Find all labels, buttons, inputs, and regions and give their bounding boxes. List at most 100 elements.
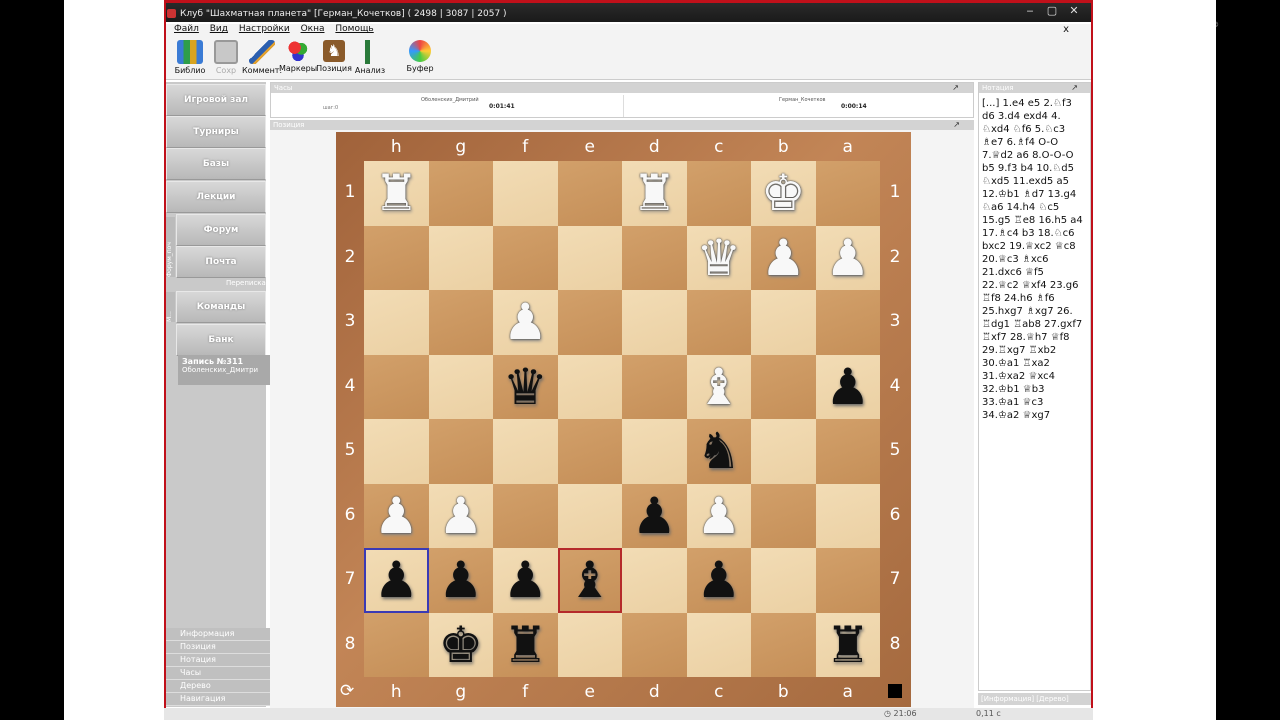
square-e4[interactable] xyxy=(557,354,622,419)
square-f1[interactable] xyxy=(493,161,558,226)
square-d3[interactable] xyxy=(622,290,687,355)
white-pawn-f3[interactable]: ♟ xyxy=(493,290,558,355)
notation-line[interactable]: 29.♖xg7 ♖xb2 xyxy=(982,344,1090,357)
square-f6[interactable] xyxy=(493,483,558,548)
square-d4[interactable] xyxy=(622,354,687,419)
nav-bank[interactable]: Банк xyxy=(176,324,266,356)
white-king-b1[interactable]: ♚ xyxy=(751,161,816,226)
square-b8[interactable] xyxy=(751,612,816,677)
notation-line[interactable]: 32.♔b1 ♕b3 xyxy=(982,383,1090,396)
white-pawn-g6[interactable]: ♟ xyxy=(429,484,494,549)
tab-clock[interactable]: Часы xyxy=(166,667,280,680)
square-g4[interactable] xyxy=(428,354,493,419)
square-a7[interactable] xyxy=(815,548,880,613)
white-rook-d1[interactable]: ♜ xyxy=(622,161,687,226)
notation-line[interactable]: d6 3.d4 exd4 4. xyxy=(982,110,1090,123)
nav-databases[interactable]: Базы xyxy=(166,148,266,180)
notation-line[interactable]: 34.♔a2 ♕xg7 xyxy=(982,409,1090,422)
square-a1[interactable] xyxy=(815,161,880,226)
black-pawn-c7[interactable]: ♟ xyxy=(687,548,752,613)
white-rook-h1[interactable]: ♜ xyxy=(364,161,429,226)
notation-line[interactable]: 22.♕c2 ♕xf4 23.g6 xyxy=(982,279,1090,292)
flip-board-icon[interactable]: ⟳ xyxy=(340,681,360,701)
notation-line[interactable]: bxc2 19.♕xc2 ♕c8 xyxy=(982,240,1090,253)
square-e2[interactable] xyxy=(557,225,622,290)
square-b7[interactable] xyxy=(751,548,816,613)
tab-position[interactable]: Позиция xyxy=(166,641,280,654)
chess-board[interactable]: ♜ ♜ ♚ ♛ ♟ ♟ ♟ ♛ ♝ ♟ ♞ ♟ ♟ ♟ ♟ ♟ ♟ ♟ ♝ ♟ ♚ ♜ ♜ xyxy=(364,161,880,677)
notation-line[interactable]: 17.♗c4 b3 18.♘c6 xyxy=(982,227,1090,240)
black-pawn-f7[interactable]: ♟ xyxy=(493,548,558,613)
nav-forum[interactable]: Форум xyxy=(176,214,266,246)
menu-view[interactable]: Вид xyxy=(210,24,228,34)
square-e3[interactable] xyxy=(557,290,622,355)
record-tab[interactable]: Запись №311 Оболенских_Дмитри xyxy=(178,355,272,385)
menu-file[interactable]: Файл xyxy=(174,24,199,34)
maximize-button[interactable]: ▢ xyxy=(1041,3,1063,22)
notation-line[interactable]: ♖dg1 ♖ab8 27.gxf7 xyxy=(982,318,1090,331)
square-e8[interactable] xyxy=(557,612,622,677)
notation-line[interactable]: 31.♔xa2 ♕xc4 xyxy=(982,370,1090,383)
notation-line[interactable]: 20.♕c3 ♗xc6 xyxy=(982,253,1090,266)
tab-notation[interactable]: Нотация xyxy=(166,654,280,667)
notation-line[interactable]: 25.hxg7 ♗xg7 26. xyxy=(982,305,1090,318)
black-pawn-a4[interactable]: ♟ xyxy=(816,355,881,420)
square-c8[interactable] xyxy=(686,612,751,677)
pin-icon[interactable]: ↗ xyxy=(1071,83,1078,93)
square-g5[interactable] xyxy=(428,419,493,484)
square-c3[interactable] xyxy=(686,290,751,355)
square-b5[interactable] xyxy=(751,419,816,484)
black-pawn-h7[interactable]: ♟ xyxy=(364,548,429,613)
correspondence-label[interactable]: Переписка xyxy=(226,279,266,289)
notation-line[interactable]: ♗e7 6.♗f4 O-O xyxy=(982,136,1090,149)
menu-help[interactable]: Помощь xyxy=(335,24,373,34)
black-queen-f4[interactable]: ♛ xyxy=(493,355,558,420)
notation-line[interactable]: 33.♔a1 ♕c3 xyxy=(982,396,1090,409)
notation-line[interactable]: ♘xd5 11.exd5 a5 xyxy=(982,175,1090,188)
square-b6[interactable] xyxy=(751,483,816,548)
nav-lectures[interactable]: Лекции xyxy=(166,181,266,213)
notation-line[interactable]: ♖xf7 28.♕h7 ♕f8 xyxy=(982,331,1090,344)
notation-line[interactable]: ♖f8 24.h6 ♗f6 xyxy=(982,292,1090,305)
square-h2[interactable] xyxy=(364,225,429,290)
square-a6[interactable] xyxy=(815,483,880,548)
pin-icon[interactable]: ↗ xyxy=(953,120,960,130)
white-pawn-a2[interactable]: ♟ xyxy=(816,226,881,291)
square-e6[interactable] xyxy=(557,483,622,548)
nav-tournaments[interactable]: Турниры xyxy=(166,116,266,148)
black-bishop-e7[interactable]: ♝ xyxy=(558,548,623,613)
move-list[interactable]: [...] 1.e4 e5 2.♘f3 d6 3.d4 exd4 4. ♘xd4 ♘… xyxy=(982,97,1090,422)
square-h8[interactable] xyxy=(364,612,429,677)
white-bishop-c4[interactable]: ♝ xyxy=(687,355,752,420)
notation-line[interactable]: b5 9.f3 b4 10.♘d5 xyxy=(982,162,1090,175)
square-e5[interactable] xyxy=(557,419,622,484)
white-pawn-b2[interactable]: ♟ xyxy=(751,226,816,291)
close-window-button[interactable]: ✕ xyxy=(1063,3,1085,22)
pin-icon[interactable]: ↗ xyxy=(952,83,959,93)
menu-settings[interactable]: Настройки xyxy=(239,24,290,34)
notation-line[interactable]: [...] 1.e4 e5 2.♘f3 xyxy=(982,97,1090,110)
tab-navigation[interactable]: Навигация xyxy=(166,693,280,706)
notation-line[interactable]: 12.♔b1 ♗d7 13.g4 xyxy=(982,188,1090,201)
menu-windows[interactable]: Окна xyxy=(301,24,325,34)
side-tab-forum[interactable]: Форум_поч xyxy=(166,217,175,277)
tab-tree[interactable]: Дерево xyxy=(166,680,280,693)
square-g2[interactable] xyxy=(428,225,493,290)
square-f5[interactable] xyxy=(493,419,558,484)
nav-mail[interactable]: Почта xyxy=(176,246,266,278)
tab-info[interactable]: Информация xyxy=(166,628,280,641)
square-d8[interactable] xyxy=(622,612,687,677)
square-d2[interactable] xyxy=(622,225,687,290)
square-g3[interactable] xyxy=(428,290,493,355)
square-a5[interactable] xyxy=(815,419,880,484)
white-pawn-h6[interactable]: ♟ xyxy=(364,484,429,549)
nav-teams[interactable]: Команды xyxy=(176,291,266,323)
black-king-g8[interactable]: ♚ xyxy=(429,613,494,678)
square-a3[interactable] xyxy=(815,290,880,355)
clipboard-button[interactable]: Буфер xyxy=(398,40,442,78)
black-rook-a8[interactable]: ♜ xyxy=(816,613,881,678)
square-d5[interactable] xyxy=(622,419,687,484)
notation-line[interactable]: 21.dxc6 ♕f5 xyxy=(982,266,1090,279)
white-queen-c2[interactable]: ♛ xyxy=(687,226,752,291)
white-pawn-c6[interactable]: ♟ xyxy=(687,484,752,549)
